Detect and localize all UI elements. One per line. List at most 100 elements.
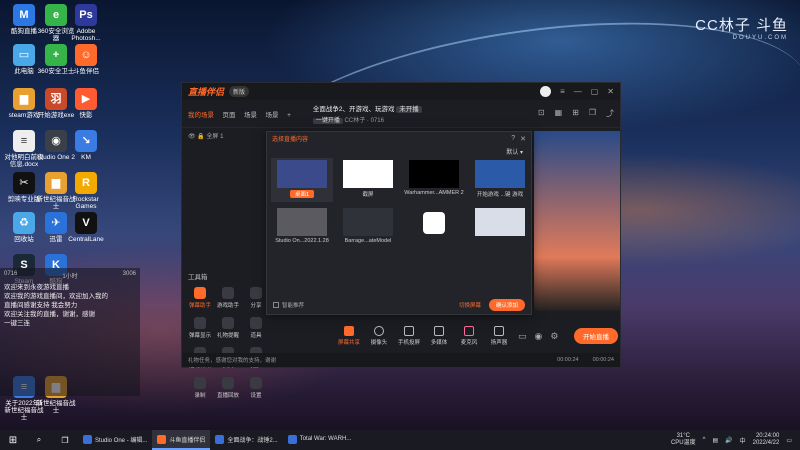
source-option[interactable] <box>403 206 465 250</box>
eye-icon[interactable]: ◉ <box>535 331 543 342</box>
smart-checkbox[interactable] <box>273 302 279 308</box>
douyu-watermark: CC林子 斗鱼 DOUYU.COM <box>695 17 788 41</box>
quick-start-button[interactable]: 一键开播 <box>312 118 343 124</box>
desktop-icon[interactable]: ▶ 快影 <box>66 88 106 119</box>
tool-item[interactable]: 道具 <box>242 317 270 339</box>
avatar[interactable] <box>540 86 552 97</box>
room-status-badge: 未开播 <box>396 106 422 113</box>
go-live-button[interactable]: 开始直播 <box>574 328 618 344</box>
taskbar-app-button[interactable]: Total War: WARH... <box>283 430 357 450</box>
version-badge[interactable]: 新版 <box>229 86 250 97</box>
maximize-icon[interactable]: ▢ <box>591 87 599 96</box>
network-icon[interactable]: ▤ <box>712 437 718 444</box>
source-option[interactable]: 开始游戏 ...键 游戏 <box>469 158 531 202</box>
record-icon[interactable]: ▭ <box>518 331 527 342</box>
taskbar-app-button[interactable]: 斗鱼直播伴侣 <box>152 430 211 450</box>
source-thumbnail <box>343 160 393 188</box>
app-icon: M <box>13 4 35 26</box>
app-icon: ▆ <box>13 88 35 110</box>
room-title[interactable]: 全面战争2、开游戏、玩游戏 <box>313 106 395 113</box>
dialog-close-icon[interactable]: ✕ <box>520 135 526 143</box>
cpu-temp: 31°C CPU温度 <box>670 433 696 446</box>
tab-scene-2[interactable]: 页面 <box>223 112 236 119</box>
app-icon: ↘ <box>75 130 97 152</box>
volume-icon[interactable]: 🔊 <box>725 437 732 444</box>
notification-icon[interactable]: ▭ <box>786 437 792 444</box>
grid-icon[interactable]: ⊞ <box>572 108 579 119</box>
source-label: Studio On...2022.1.28 <box>275 238 329 244</box>
copy-icon[interactable]: ❐ <box>589 108 596 119</box>
task-view-icon[interactable]: ❐ <box>52 436 78 445</box>
dialog-footer: 智能推荐 切换屏幕 确认添加 <box>267 296 531 314</box>
tool-item[interactable]: 礼物提醒 <box>214 317 242 339</box>
tool-item[interactable]: 游戏助手 <box>214 287 242 309</box>
minimize-icon[interactable]: — <box>574 87 582 96</box>
tool-icon <box>194 287 206 299</box>
tool-item[interactable]: 弹幕助手 <box>186 287 214 309</box>
source-option[interactable]: Warhammer...AMMER 2 <box>403 158 465 202</box>
tab-scene-4[interactable]: 场景 <box>266 112 279 119</box>
search-icon[interactable]: ⌕ <box>26 435 52 445</box>
source-item[interactable]: 👁 🔒 全屏 1 <box>182 129 272 142</box>
control-bar: 屏幕共享 摄像头 手机投屏 多媒体 麦克风 扬声器 ▭ ◉ ⚙ 开始直播 <box>338 324 618 348</box>
chevron-up-icon[interactable]: ^ <box>703 437 706 443</box>
source-option[interactable]: 截屏 <box>337 158 399 202</box>
tool-item[interactable]: 设置 <box>242 377 270 399</box>
help-icon[interactable]: ? <box>511 135 515 143</box>
system-tray: 31°C CPU温度 ^ ▤ 🔊 中 20:24:00 2022/4/22 ▭ <box>671 433 800 447</box>
source-thumbnail <box>343 208 393 236</box>
source-option[interactable]: 桌面1 <box>271 158 333 202</box>
layout-icon[interactable]: ▦ <box>555 108 563 119</box>
toolbox: 弹幕助手游戏助手分享弹幕显示礼物提醒道具进场特效抽奖更多录制直播回放设置 <box>186 287 274 399</box>
add-scene-icon[interactable]: + <box>287 112 291 119</box>
settings-gear-icon[interactable]: ⚙ <box>550 331 558 342</box>
source-label: Warhammer...AMMER 2 <box>404 190 464 196</box>
share-icon[interactable]: ⤴ <box>606 108 614 119</box>
source-option[interactable]: Barrage...ateModel <box>337 206 399 250</box>
tool-item[interactable]: 录制 <box>186 377 214 399</box>
desktop-icon[interactable]: ☺ 斗鱼伴侣 <box>66 44 106 75</box>
tool-icon <box>250 287 262 299</box>
room-meta: 0716 <box>370 118 384 124</box>
chat-stats: 0716 1小时 3006 <box>4 271 136 280</box>
desktop-icon[interactable]: R Rockstar Games <box>66 172 106 210</box>
app-icon <box>287 434 297 444</box>
desktop-icon[interactable]: Ps Adobe Photosh... <box>66 4 106 42</box>
tool-icon <box>194 377 206 389</box>
source-option[interactable] <box>469 206 531 250</box>
windows-start-icon[interactable]: ⊞ <box>0 435 26 446</box>
lock-icon[interactable]: ⊡ <box>538 108 545 119</box>
menu-icon[interactable]: ≡ <box>560 87 565 96</box>
tab-my-scenes[interactable]: 我的场景 <box>188 112 214 119</box>
media-button[interactable]: 多媒体 <box>428 326 450 346</box>
sort-dropdown[interactable]: 默认 ▾ <box>267 145 531 157</box>
taskbar-app-button[interactable]: Studio One - 编辑... <box>78 430 152 450</box>
app-icon: e <box>45 4 67 26</box>
source-option[interactable]: Studio On...2022.1.28 <box>271 206 333 250</box>
screen-share-button[interactable]: 屏幕共享 <box>338 326 360 346</box>
desktop-icon[interactable]: V CentralLane <box>66 212 106 243</box>
close-icon[interactable]: ✕ <box>607 87 614 96</box>
tab-scene-3[interactable]: 场景 <box>244 112 257 119</box>
app-icon: + <box>45 44 67 66</box>
source-thumbnail <box>277 208 327 236</box>
ime-icon[interactable]: 中 <box>740 436 746 445</box>
confirm-add-button[interactable]: 确认添加 <box>488 299 525 311</box>
switch-screen-link[interactable]: 切换屏幕 <box>459 301 481 309</box>
room-id: CC林子 <box>344 118 366 124</box>
desktop-icon[interactable]: ↘ KM <box>66 130 106 161</box>
phone-cast-button[interactable]: 手机投屏 <box>398 326 420 346</box>
mic-button[interactable]: 麦克风 <box>458 326 480 346</box>
speaker-button[interactable]: 扬声器 <box>488 326 510 346</box>
source-thumbnail <box>277 160 327 188</box>
taskbar-app-button[interactable]: 全面战争：战锤2... <box>210 430 282 450</box>
chat-overlay: 0716 1小时 3006 欢迎来到永夜游戏直播 欢迎我的游戏直播间，欢迎加入我… <box>0 268 140 396</box>
clock[interactable]: 20:24:00 2022/4/22 <box>753 433 780 447</box>
desktop-icon-label: KM <box>81 154 91 161</box>
desktop-icon-label: 快影 <box>79 112 93 119</box>
tool-icon <box>222 287 234 299</box>
camera-button[interactable]: 摄像头 <box>368 326 390 346</box>
tool-item[interactable]: 弹幕显示 <box>186 317 214 339</box>
tool-item[interactable]: 直播回放 <box>214 377 242 399</box>
scene-bar: 我的场景 页面 场景 场景 + 全面战争2、开游戏、玩游戏 未开播 一键开播 C… <box>182 100 620 128</box>
